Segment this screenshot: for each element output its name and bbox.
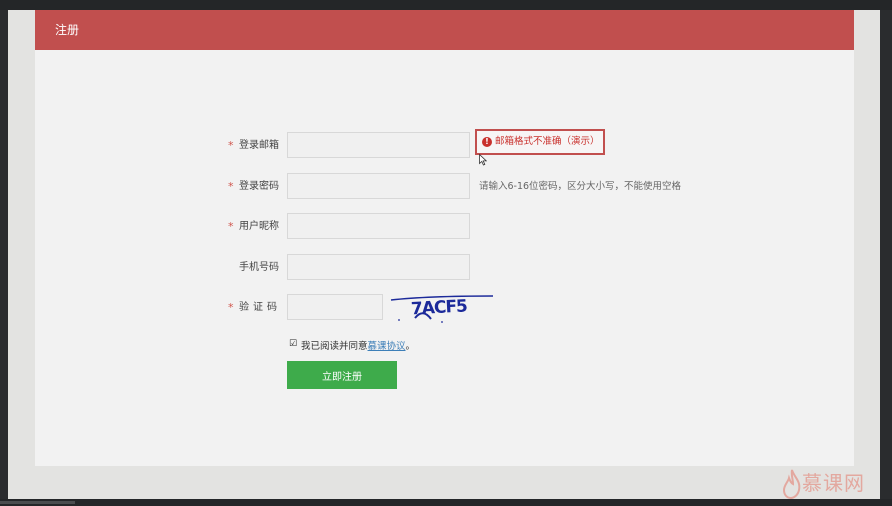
panel-title: 注册 xyxy=(55,23,80,37)
required-mark: * xyxy=(228,301,234,314)
agreement-link[interactable]: 慕课协议 xyxy=(368,341,406,352)
email-label: 登录邮箱 xyxy=(239,140,279,151)
mouse-cursor-icon xyxy=(479,154,487,166)
watermark: 慕课网 xyxy=(780,467,876,501)
watermark-text: 慕课网 xyxy=(802,471,865,495)
captcha-input[interactable] xyxy=(287,294,383,320)
agreement-suffix: 。 xyxy=(405,341,416,352)
phone-row: 手机号码 xyxy=(35,254,854,282)
flame-logo-icon xyxy=(782,469,801,499)
video-progress-bar[interactable] xyxy=(0,499,892,506)
captcha-row: * 验证码 7ACF5 xyxy=(35,294,854,323)
error-icon: ! xyxy=(482,137,492,147)
panel-header: 注册 xyxy=(35,10,854,50)
required-mark: * xyxy=(228,220,234,233)
register-panel: 注册 * 登录邮箱 ! 邮箱格式不准确（演示） * 登录密码 请输入6-16位密… xyxy=(35,10,854,466)
password-row: * 登录密码 请输入6-16位密码，区分大小写，不能使用空格 xyxy=(35,173,854,201)
email-row: * 登录邮箱 ! 邮箱格式不准确（演示） xyxy=(35,129,854,166)
password-hint: 请输入6-16位密码，区分大小写，不能使用空格 xyxy=(479,181,682,192)
email-error-message: ! 邮箱格式不准确（演示） xyxy=(475,129,605,155)
nickname-label: 用户昵称 xyxy=(239,221,279,232)
window-top-bar xyxy=(0,0,892,10)
phone-label: 手机号码 xyxy=(239,262,279,273)
captcha-image[interactable]: 7ACF5 xyxy=(387,288,497,324)
required-mark: * xyxy=(228,139,234,152)
captcha-label: 验证码 xyxy=(239,302,281,313)
progress-fill xyxy=(0,501,75,504)
phone-input[interactable] xyxy=(287,254,470,280)
window-right-edge xyxy=(880,10,892,499)
email-input[interactable] xyxy=(287,132,470,158)
required-mark: * xyxy=(228,180,234,193)
agreement-text: 我已阅读并同意慕课协议。 xyxy=(301,340,415,354)
password-label: 登录密码 xyxy=(239,181,279,192)
email-error-text: 邮箱格式不准确（演示） xyxy=(495,136,600,147)
nickname-row: * 用户昵称 xyxy=(35,213,854,241)
agreement-checkbox[interactable]: ☑ xyxy=(289,338,297,350)
captcha-text: 7ACF5 xyxy=(411,296,468,319)
password-input[interactable] xyxy=(287,173,470,199)
register-button[interactable]: 立即注册 xyxy=(287,361,397,389)
agreement-prefix: 我已阅读并同意 xyxy=(301,341,368,352)
nickname-input[interactable] xyxy=(287,213,470,239)
window-left-edge xyxy=(0,10,8,499)
